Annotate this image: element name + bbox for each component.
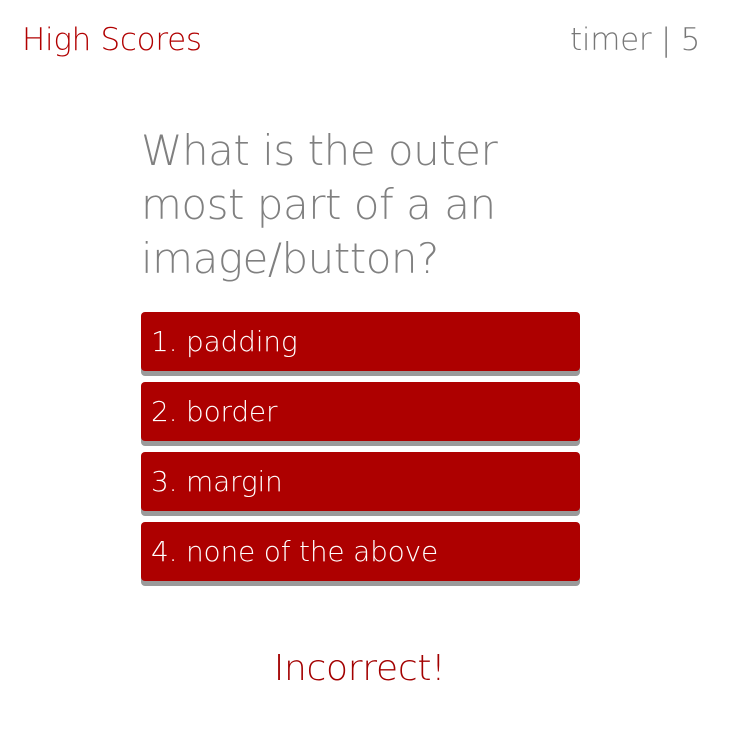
- answer-list: 1. padding 2. border 3. margin 4. none o…: [141, 312, 580, 592]
- answer-button-2[interactable]: 2. border: [141, 382, 580, 441]
- question-text: What is the outer most part of a an imag…: [141, 126, 498, 283]
- answer-label: 2. border: [151, 394, 278, 428]
- answer-button-4[interactable]: 4. none of the above: [141, 522, 580, 581]
- feedback-message: Incorrect!: [273, 648, 446, 689]
- timer-display: timer | 5: [570, 22, 700, 58]
- high-scores-link[interactable]: High Scores: [22, 22, 202, 58]
- answer-label: 3. margin: [151, 464, 283, 498]
- answer-button-1[interactable]: 1. padding: [141, 312, 580, 371]
- answer-label: 1. padding: [151, 324, 298, 358]
- answer-label: 4. none of the above: [151, 534, 438, 568]
- answer-button-3[interactable]: 3. margin: [141, 452, 580, 511]
